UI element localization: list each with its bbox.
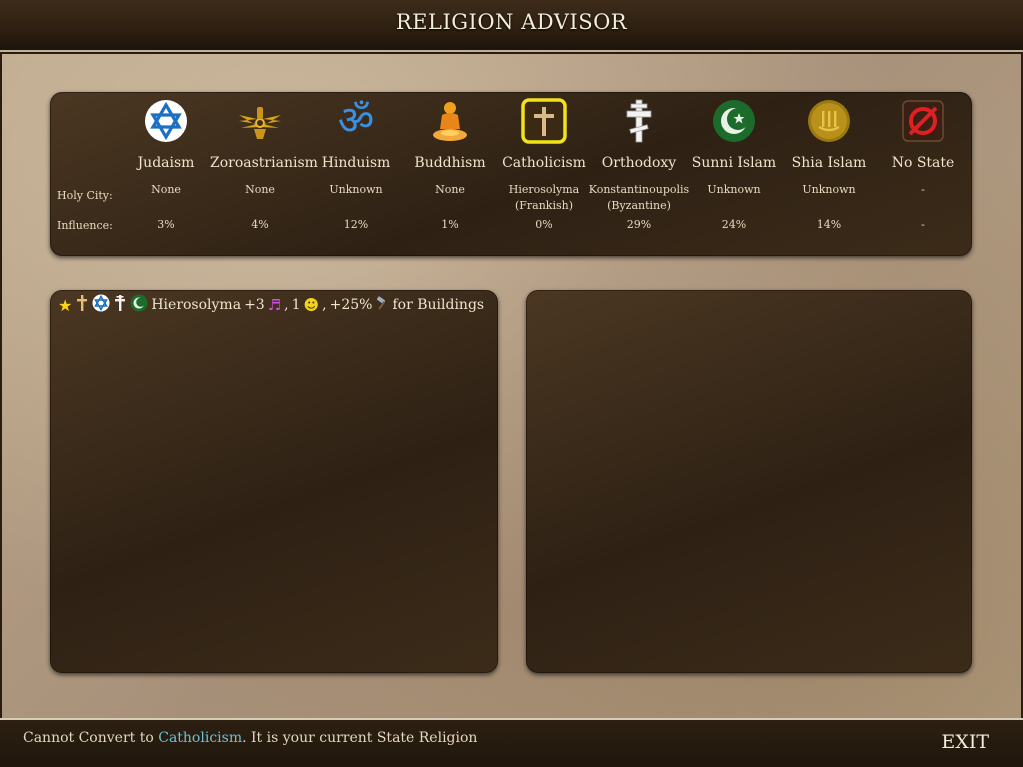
- hammer-icon: [375, 296, 389, 314]
- religion-name: Zoroastrianism: [210, 155, 318, 171]
- no-religion-icon[interactable]: [900, 98, 946, 144]
- religion-name: Hinduism: [321, 155, 391, 171]
- buildings-suffix: for Buildings: [392, 297, 485, 313]
- exit-button[interactable]: EXIT: [941, 731, 989, 753]
- influence-value: 14%: [816, 218, 842, 231]
- catholic-cross-icon: [75, 294, 89, 316]
- holy-city-list-item[interactable]: ★ Hierosolyma +3 ♬, 1 ☻, +25% for Buildi…: [58, 294, 484, 316]
- influence-value: 29%: [626, 218, 652, 231]
- title-bar: RELIGION ADVISOR: [0, 0, 1023, 52]
- window-title: RELIGION ADVISOR: [395, 10, 628, 34]
- catholic-cross-icon[interactable]: [521, 98, 567, 144]
- religion-name: Buddhism: [414, 155, 486, 171]
- culture-bonus-value: +3: [244, 297, 265, 313]
- religion-detail-panel: [526, 290, 972, 673]
- orthodox-cross-icon: [113, 294, 127, 316]
- culture-music-icon: ♬: [267, 296, 282, 314]
- influence-value: 0%: [535, 218, 553, 231]
- religion-name: Orthodoxy: [601, 155, 677, 171]
- bottom-bar: Cannot Convert to Catholicism. It is you…: [0, 718, 1023, 767]
- buddha-icon[interactable]: [427, 98, 473, 144]
- religion-name: Judaism: [137, 155, 195, 171]
- star-icon: ★: [58, 295, 73, 315]
- crescent-star-icon[interactable]: [711, 98, 757, 144]
- star-of-david-icon[interactable]: [143, 98, 189, 144]
- status-religion-link[interactable]: Catholicism: [158, 730, 242, 746]
- influence-value: -: [921, 218, 925, 231]
- holy-city-row-label: Holy City:: [57, 189, 113, 202]
- influence-value: 1%: [441, 218, 459, 231]
- faravahar-icon[interactable]: [237, 98, 283, 144]
- status-message: Cannot Convert to Catholicism. It is you…: [23, 730, 478, 746]
- influence-value: 3%: [157, 218, 175, 231]
- orthodox-cross-icon[interactable]: [616, 98, 662, 144]
- religion-name: Sunni Islam: [691, 155, 777, 171]
- holy-city-value: -: [921, 183, 925, 196]
- happy-bonus-value: 1: [291, 297, 301, 313]
- religion-name: Shia Islam: [791, 155, 867, 171]
- crescent-star-icon: [130, 294, 148, 316]
- influence-row-label: Influence:: [57, 219, 113, 232]
- star-of-david-icon: [92, 294, 110, 316]
- allah-script-icon[interactable]: [806, 98, 852, 144]
- influence-value: 12%: [343, 218, 369, 231]
- religion-name: No State: [891, 155, 955, 171]
- production-bonus-value: +25%: [329, 297, 373, 313]
- om-icon[interactable]: ॐ: [333, 98, 379, 144]
- influence-value: 4%: [251, 218, 269, 231]
- happy-face-icon: ☻: [303, 296, 320, 314]
- holy-city-list-panel: ★ Hierosolyma +3 ♬, 1 ☻, +25% for Buildi…: [50, 290, 498, 673]
- religion-name: Catholicism: [502, 155, 586, 171]
- holy-city-name: Hierosolyma: [151, 297, 242, 313]
- influence-value: 24%: [721, 218, 747, 231]
- religion-overview-panel: Holy City: Influence: Judaism None 3% Zo…: [50, 92, 972, 256]
